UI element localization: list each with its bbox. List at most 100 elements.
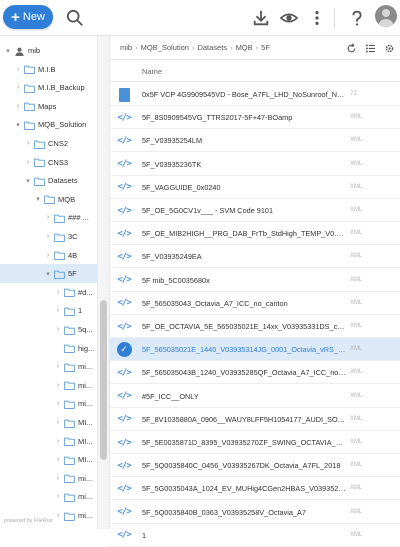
chevron-right-icon[interactable]: › <box>44 252 52 259</box>
file-row[interactable]: </> 5F_V03935249EA XML <box>110 245 400 269</box>
tree-item[interactable]: › ### ... <box>0 208 97 227</box>
file-name: 5F_OE_5G0CV1v___ - SVM Code 9101 <box>142 206 274 215</box>
file-row[interactable]: 0x5F VCP 4G9909545VD - Bose_A7FL_LHD_NoS… <box>110 83 400 106</box>
chevron-down-icon[interactable]: ▾ <box>44 270 52 278</box>
chevron-right-icon[interactable]: › <box>54 307 62 314</box>
file-row[interactable]: </> 5F_V03935254LM XML <box>110 129 400 153</box>
folder-icon <box>34 140 45 149</box>
tree-item[interactable]: ▾ MQB <box>0 190 97 209</box>
file-row[interactable]: </> 5F_OE_5G0CV1v___ - SVM Code 9101 XML <box>110 199 400 222</box>
download-icon[interactable] <box>250 7 272 29</box>
settings-icon[interactable] <box>382 42 396 54</box>
search-icon[interactable] <box>64 7 86 29</box>
chevron-right-icon[interactable]: › <box>54 512 62 519</box>
eye-icon[interactable] <box>278 7 300 29</box>
chevron-right-icon[interactable]: › <box>54 493 62 500</box>
file-row[interactable]: </> 5F_OE_MIB2HIGH__PRG_DAB_FrTb_StdHigh_… <box>110 222 400 246</box>
tree-item[interactable]: › mi... <box>0 357 97 376</box>
file-row[interactable]: </> 5F_5Q0035840B_0363_V03935258V_Octavia… <box>110 501 400 524</box>
tree-item[interactable]: › 3C <box>0 227 97 246</box>
tree-item[interactable]: › CNS3 <box>0 153 97 172</box>
chevron-down-icon[interactable]: ▾ <box>34 195 42 203</box>
file-row[interactable]: </> 5F_5G0035043A_1024_EV_MUHig4CGen2HBAS… <box>110 477 400 501</box>
tree-item[interactable]: › Maps <box>0 97 97 116</box>
tree-item[interactable]: ▾ mib <box>0 41 97 60</box>
chevron-right-icon[interactable]: › <box>54 326 62 333</box>
more-vertical-icon[interactable] <box>306 7 328 29</box>
chevron-right-icon[interactable]: › <box>54 400 62 407</box>
code-file-icon: </> <box>117 182 131 193</box>
breadcrumb-item[interactable]: 5F <box>261 43 270 52</box>
chevron-right-icon[interactable]: › <box>54 456 62 463</box>
chevron-down-icon[interactable]: ▾ <box>24 177 32 185</box>
file-row[interactable]: </> #5F_ICC__ONLY XML <box>110 385 400 408</box>
tree-item[interactable]: ▾ Datasets <box>0 171 97 190</box>
tree-item[interactable]: › MI... <box>0 413 97 432</box>
column-name-header[interactable]: Name <box>142 67 162 76</box>
chevron-right-icon[interactable]: › <box>24 159 32 166</box>
chevron-right-icon[interactable]: › <box>54 363 62 370</box>
help-icon[interactable] <box>346 7 368 29</box>
tree-item[interactable]: › M.I.B_Backup <box>0 78 97 97</box>
file-row[interactable]: </> 5F mib_5C0035680x XML <box>110 269 400 292</box>
breadcrumb-item[interactable]: mib <box>120 43 132 52</box>
file-row[interactable]: </> 5F_V03935236TK XML <box>110 153 400 176</box>
folder-icon <box>64 307 75 316</box>
user-avatar[interactable] <box>375 5 397 27</box>
chevron-right-icon[interactable]: › <box>44 233 52 240</box>
tree-item[interactable]: › CNS2 <box>0 134 97 153</box>
file-name: 5F mib_5C0035680x <box>142 275 210 285</box>
file-row[interactable]: </> 1 XML <box>110 524 400 547</box>
refresh-icon[interactable] <box>344 42 358 54</box>
chevron-right-icon[interactable]: › <box>14 66 22 73</box>
tree-item[interactable]: › 5q... <box>0 320 97 339</box>
code-file-icon: </> <box>117 205 131 216</box>
list-view-icon[interactable] <box>363 42 377 54</box>
tree-item[interactable]: › 4B <box>0 246 97 265</box>
chevron-right-icon[interactable]: › <box>54 438 62 445</box>
breadcrumb-item[interactable]: MQB <box>236 43 253 52</box>
tree-item[interactable]: › 1 <box>0 301 97 320</box>
tree-item[interactable]: hig... <box>0 339 97 358</box>
folder-icon <box>64 326 75 335</box>
file-row[interactable]: </> 5F_VAGGUIDE_0x0240 XML <box>110 176 400 199</box>
code-file-icon: </> <box>117 298 131 309</box>
file-row[interactable]: </> 5F_565035043_Octavia_A7_ICC_no_canton… <box>110 292 400 315</box>
file-row[interactable]: </> 5F_565035043B_1240_V03935285QF_Octavi… <box>110 361 400 385</box>
tree-item[interactable]: › MI... <box>0 450 97 469</box>
tree-item[interactable]: › mi... <box>0 469 97 488</box>
file-row[interactable]: </> 5F_OE_OCTAVIA_5E_565035021E_14xx_V039… <box>110 315 400 338</box>
breadcrumb-item[interactable]: Datasets <box>197 43 227 52</box>
breadcrumb-item[interactable]: MQB_Solution <box>141 43 189 52</box>
chevron-right-icon[interactable]: › <box>14 84 22 91</box>
chevron-right-icon[interactable]: › <box>54 419 62 426</box>
chevron-right-icon[interactable]: › <box>44 214 52 221</box>
tree-item[interactable]: › M.I.B <box>0 60 97 79</box>
checkmark-icon[interactable]: ✓ <box>116 342 132 358</box>
tree-item[interactable]: › mi... <box>0 376 97 395</box>
file-type: XML <box>350 323 363 329</box>
file-row[interactable]: ✓ 5F_565035021E_1440_V03935314JG_0001_Oct… <box>110 338 400 362</box>
tree-item[interactable]: ▾ 5F <box>0 264 97 284</box>
tree-item-label: 5F <box>68 269 77 279</box>
tree-item[interactable]: › mi... <box>0 394 97 413</box>
chevron-right-icon[interactable]: › <box>54 475 62 482</box>
chevron-right-icon[interactable]: › <box>54 382 62 389</box>
chevron-down-icon[interactable]: ▾ <box>4 47 12 55</box>
chevron-right-icon[interactable]: › <box>14 103 22 110</box>
file-row[interactable]: </> 5F_5E0035871D_8395_V03935270ZF_SWING_… <box>110 431 400 454</box>
file-row[interactable]: </> 5F_8S0909545VG_TTRS2017-5F+47-BOamp XM… <box>110 106 400 130</box>
file-row[interactable]: </> 5F_8V1035880A_0906__WAUY8LFF5H1054177… <box>110 408 400 431</box>
code-file-icon: </> <box>117 437 131 448</box>
tree-item[interactable]: ▾ MQB_Solution <box>0 115 97 134</box>
file-row[interactable]: </> 5F_5Q0035840C_0456_V03935267DK_Octavi… <box>110 454 400 478</box>
chevron-right-icon[interactable]: › <box>24 140 32 147</box>
tree-item[interactable]: › mi... <box>0 487 97 506</box>
sidebar-scrollbar-thumb[interactable] <box>100 300 107 460</box>
tree-item[interactable]: › #d... <box>0 283 97 302</box>
file-type: XML <box>350 462 363 469</box>
chevron-right-icon[interactable]: › <box>54 289 62 296</box>
tree-item[interactable]: › MI... <box>0 432 97 451</box>
chevron-down-icon[interactable]: ▾ <box>14 121 22 129</box>
new-button[interactable]: + New <box>3 5 53 29</box>
